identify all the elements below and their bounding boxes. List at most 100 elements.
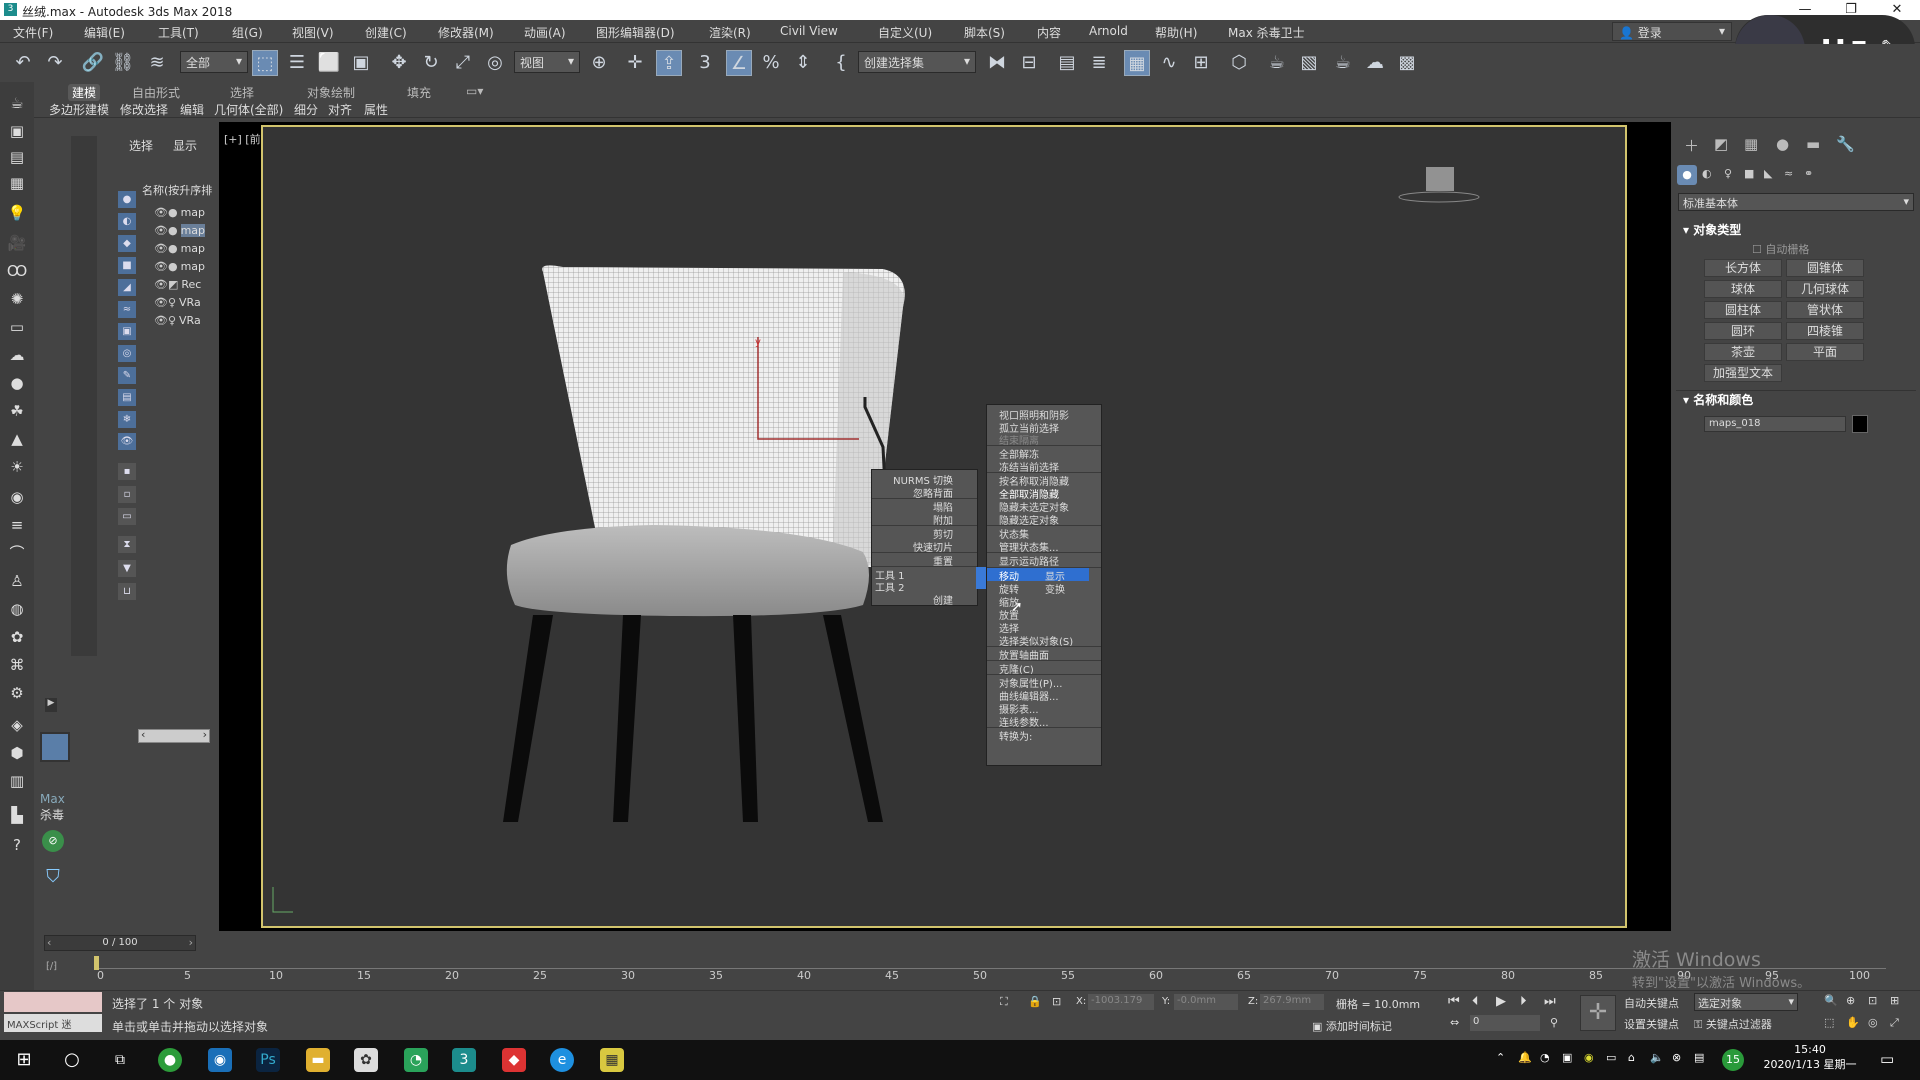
eye-icon[interactable]: 👁● (154, 260, 178, 273)
menu-animation[interactable]: 动画(A) (524, 24, 566, 41)
eye-icon[interactable]: 👁● (154, 206, 178, 219)
tray-input-icon[interactable]: ▤ (1694, 1051, 1704, 1064)
tray-network-icon[interactable]: ⌂ (1628, 1051, 1635, 1064)
set-key-button[interactable]: 设置关键点 (1624, 1016, 1679, 1032)
key-mode-icon[interactable]: ⚲ (1550, 1016, 1558, 1029)
tube-button[interactable]: 管状体 (1786, 301, 1864, 319)
windows-start-icon[interactable]: ⊞ (12, 1048, 36, 1072)
explorer-hscrollbar[interactable]: ‹ › (138, 728, 210, 743)
go-to-end-icon[interactable]: ⏭ (1544, 994, 1556, 1009)
keyboard-shortcut-toggle-icon[interactable]: ⇪ (656, 50, 682, 76)
zoom-extents-all-icon[interactable]: ⊞ (1890, 994, 1899, 1007)
menu-group[interactable]: 组(G) (232, 24, 263, 41)
antivirus-clean-icon[interactable]: ⊘ (42, 830, 64, 852)
window-crossing-icon[interactable]: ▣ (348, 50, 374, 76)
ref-coord-dropdown[interactable]: 视图 ▾ (514, 51, 580, 73)
tray-badge[interactable]: 15 (1722, 1049, 1744, 1071)
schematic-view-icon[interactable]: ⊞ (1188, 50, 1214, 76)
notes-icon[interactable]: ▦ (600, 1048, 624, 1072)
tray-app-icon[interactable]: ▣ (1562, 1051, 1572, 1064)
app-baidu-icon[interactable]: ✿ (354, 1048, 378, 1072)
particles-icon[interactable]: ✺ (6, 288, 28, 310)
hierarchy-tab-icon[interactable]: ▦ (1744, 135, 1758, 153)
wechat-icon[interactable]: ◔ (404, 1048, 428, 1072)
curve-editor-icon[interactable]: ∿ (1156, 50, 1182, 76)
add-time-tag[interactable]: ▣ 添加时间标记 (1312, 1018, 1392, 1034)
spring-icon[interactable]: Ꝏ (6, 260, 28, 282)
menu-tools[interactable]: 工具(T) (158, 24, 199, 41)
layer-explorer-icon[interactable]: ▤ (1054, 50, 1080, 76)
rotate-icon[interactable]: ↻ (418, 50, 444, 76)
fov-icon[interactable]: ⬚ (1824, 1016, 1834, 1029)
cameras-icon[interactable]: ■ (1744, 167, 1754, 180)
notification-icon[interactable]: ▭ (1880, 1050, 1894, 1068)
folder-icon[interactable]: ▭ (6, 316, 28, 338)
app-recorder-icon[interactable]: ◉ (208, 1048, 232, 1072)
tray-volume-icon[interactable]: 🔈 (1650, 1051, 1664, 1064)
y-coord-field[interactable]: -0.0mm (1174, 994, 1238, 1010)
grid-icon[interactable]: ▦ (6, 172, 28, 194)
menu-content[interactable]: 内容 (1037, 24, 1061, 41)
select-by-name-icon[interactable]: ☰ (284, 50, 310, 76)
filter-bones-icon[interactable]: ✎ (118, 367, 136, 384)
tray-bell-icon[interactable]: 🔔 (1518, 1051, 1532, 1064)
filter-spacewarps-icon[interactable]: ≈ (118, 301, 136, 318)
torus-button[interactable]: 圆环 (1704, 322, 1782, 340)
percent-snap-icon[interactable]: % (758, 50, 784, 76)
sun-icon[interactable]: ☀ (6, 456, 28, 478)
disc-icon[interactable]: ◉ (6, 486, 28, 508)
stairs-icon[interactable]: ≡ (6, 514, 28, 536)
filter-containers-icon[interactable]: ▤ (118, 389, 136, 406)
trackbar-toggle-icon[interactable]: ⁅/⁆ (46, 961, 57, 972)
textplus-button[interactable]: 加强型文本 (1704, 364, 1782, 382)
ribbon-edit[interactable]: 编辑 (180, 101, 204, 118)
plane-button[interactable]: 平面 (1786, 343, 1864, 361)
filter-hidden-icon[interactable]: 👁 (118, 433, 136, 450)
ribbon-tab-freeform[interactable]: 自由形式 (128, 84, 184, 101)
go-to-start-icon[interactable]: ⏮ (1448, 994, 1460, 1009)
chevron-right-icon[interactable]: › (189, 936, 193, 949)
rendered-frame-icon[interactable]: ▧ (1296, 50, 1322, 76)
lock-icon[interactable]: 🔒 (1028, 995, 1042, 1008)
rect-selection-icon[interactable]: ⬜ (316, 50, 342, 76)
lights-icon[interactable]: ♀ (1724, 167, 1732, 180)
absolute-mode-icon[interactable]: ⊡ (1052, 995, 1061, 1008)
mirror-icon[interactable]: ⧓ (984, 50, 1010, 76)
ribbon-polygon-modeling[interactable]: 多边形建模 (49, 101, 109, 118)
redo-icon[interactable]: ↷ (42, 50, 68, 76)
menu-edit[interactable]: 编辑(E) (84, 24, 125, 41)
ribbon-tab-object-paint[interactable]: 对象绘制 (303, 84, 359, 101)
current-frame-marker[interactable] (94, 956, 99, 970)
globe-icon[interactable]: ◍ (6, 598, 28, 620)
filter-xrefs-icon[interactable]: ◎ (118, 345, 136, 362)
next-frame-icon[interactable]: ⏵ (1520, 994, 1527, 1009)
explorer-name-header[interactable]: 名称(按升序排 (142, 182, 212, 198)
find-icon[interactable]: ⧗ (118, 536, 136, 553)
set-key-icon[interactable]: ✛ (1580, 995, 1616, 1031)
max-antivirus-icon[interactable]: ⬢ (6, 742, 28, 764)
ribbon-modify-selection[interactable]: 修改选择 (120, 101, 168, 118)
undo-icon[interactable]: ↶ (10, 50, 36, 76)
spinner-snap-icon[interactable]: ⇕ (790, 50, 816, 76)
login-button[interactable]: 👤 登录 ▾ (1612, 22, 1732, 41)
ribbon-tab-selection[interactable]: 选择 (226, 84, 258, 101)
tray-display-icon[interactable]: ▭ (1606, 1051, 1616, 1064)
display-none-icon[interactable]: ▫ (118, 486, 136, 503)
hair-icon[interactable]: ☘ (6, 400, 28, 422)
ribbon-properties[interactable]: 属性 (364, 101, 388, 118)
filter-groups-icon[interactable]: ▣ (118, 323, 136, 340)
zoom-icon[interactable]: 🔍 (1824, 994, 1838, 1007)
cone-icon[interactable]: ▲ (6, 428, 28, 450)
scene-explorer-icon[interactable]: ▦ (1124, 50, 1150, 76)
quad-item[interactable]: 转换为: (999, 728, 1032, 743)
named-selection-set-dropdown[interactable]: 创建选择集 ▾ (858, 51, 976, 73)
tray-chevron-up-icon[interactable]: ⌃ (1496, 1051, 1505, 1064)
tray-close-icon[interactable]: ⊗ (1672, 1051, 1681, 1064)
menu-create[interactable]: 创建(C) (365, 24, 407, 41)
teapot-button[interactable]: 茶壶 (1704, 343, 1782, 361)
select-manipulate-icon[interactable]: ✛ (622, 50, 648, 76)
render-activeshade-icon[interactable]: ▩ (1394, 50, 1420, 76)
file-explorer-icon[interactable]: ▬ (306, 1048, 330, 1072)
select-object-icon[interactable]: ⬚ (252, 50, 278, 76)
maximize-viewport-icon[interactable]: ⤢ (1890, 1016, 1899, 1030)
